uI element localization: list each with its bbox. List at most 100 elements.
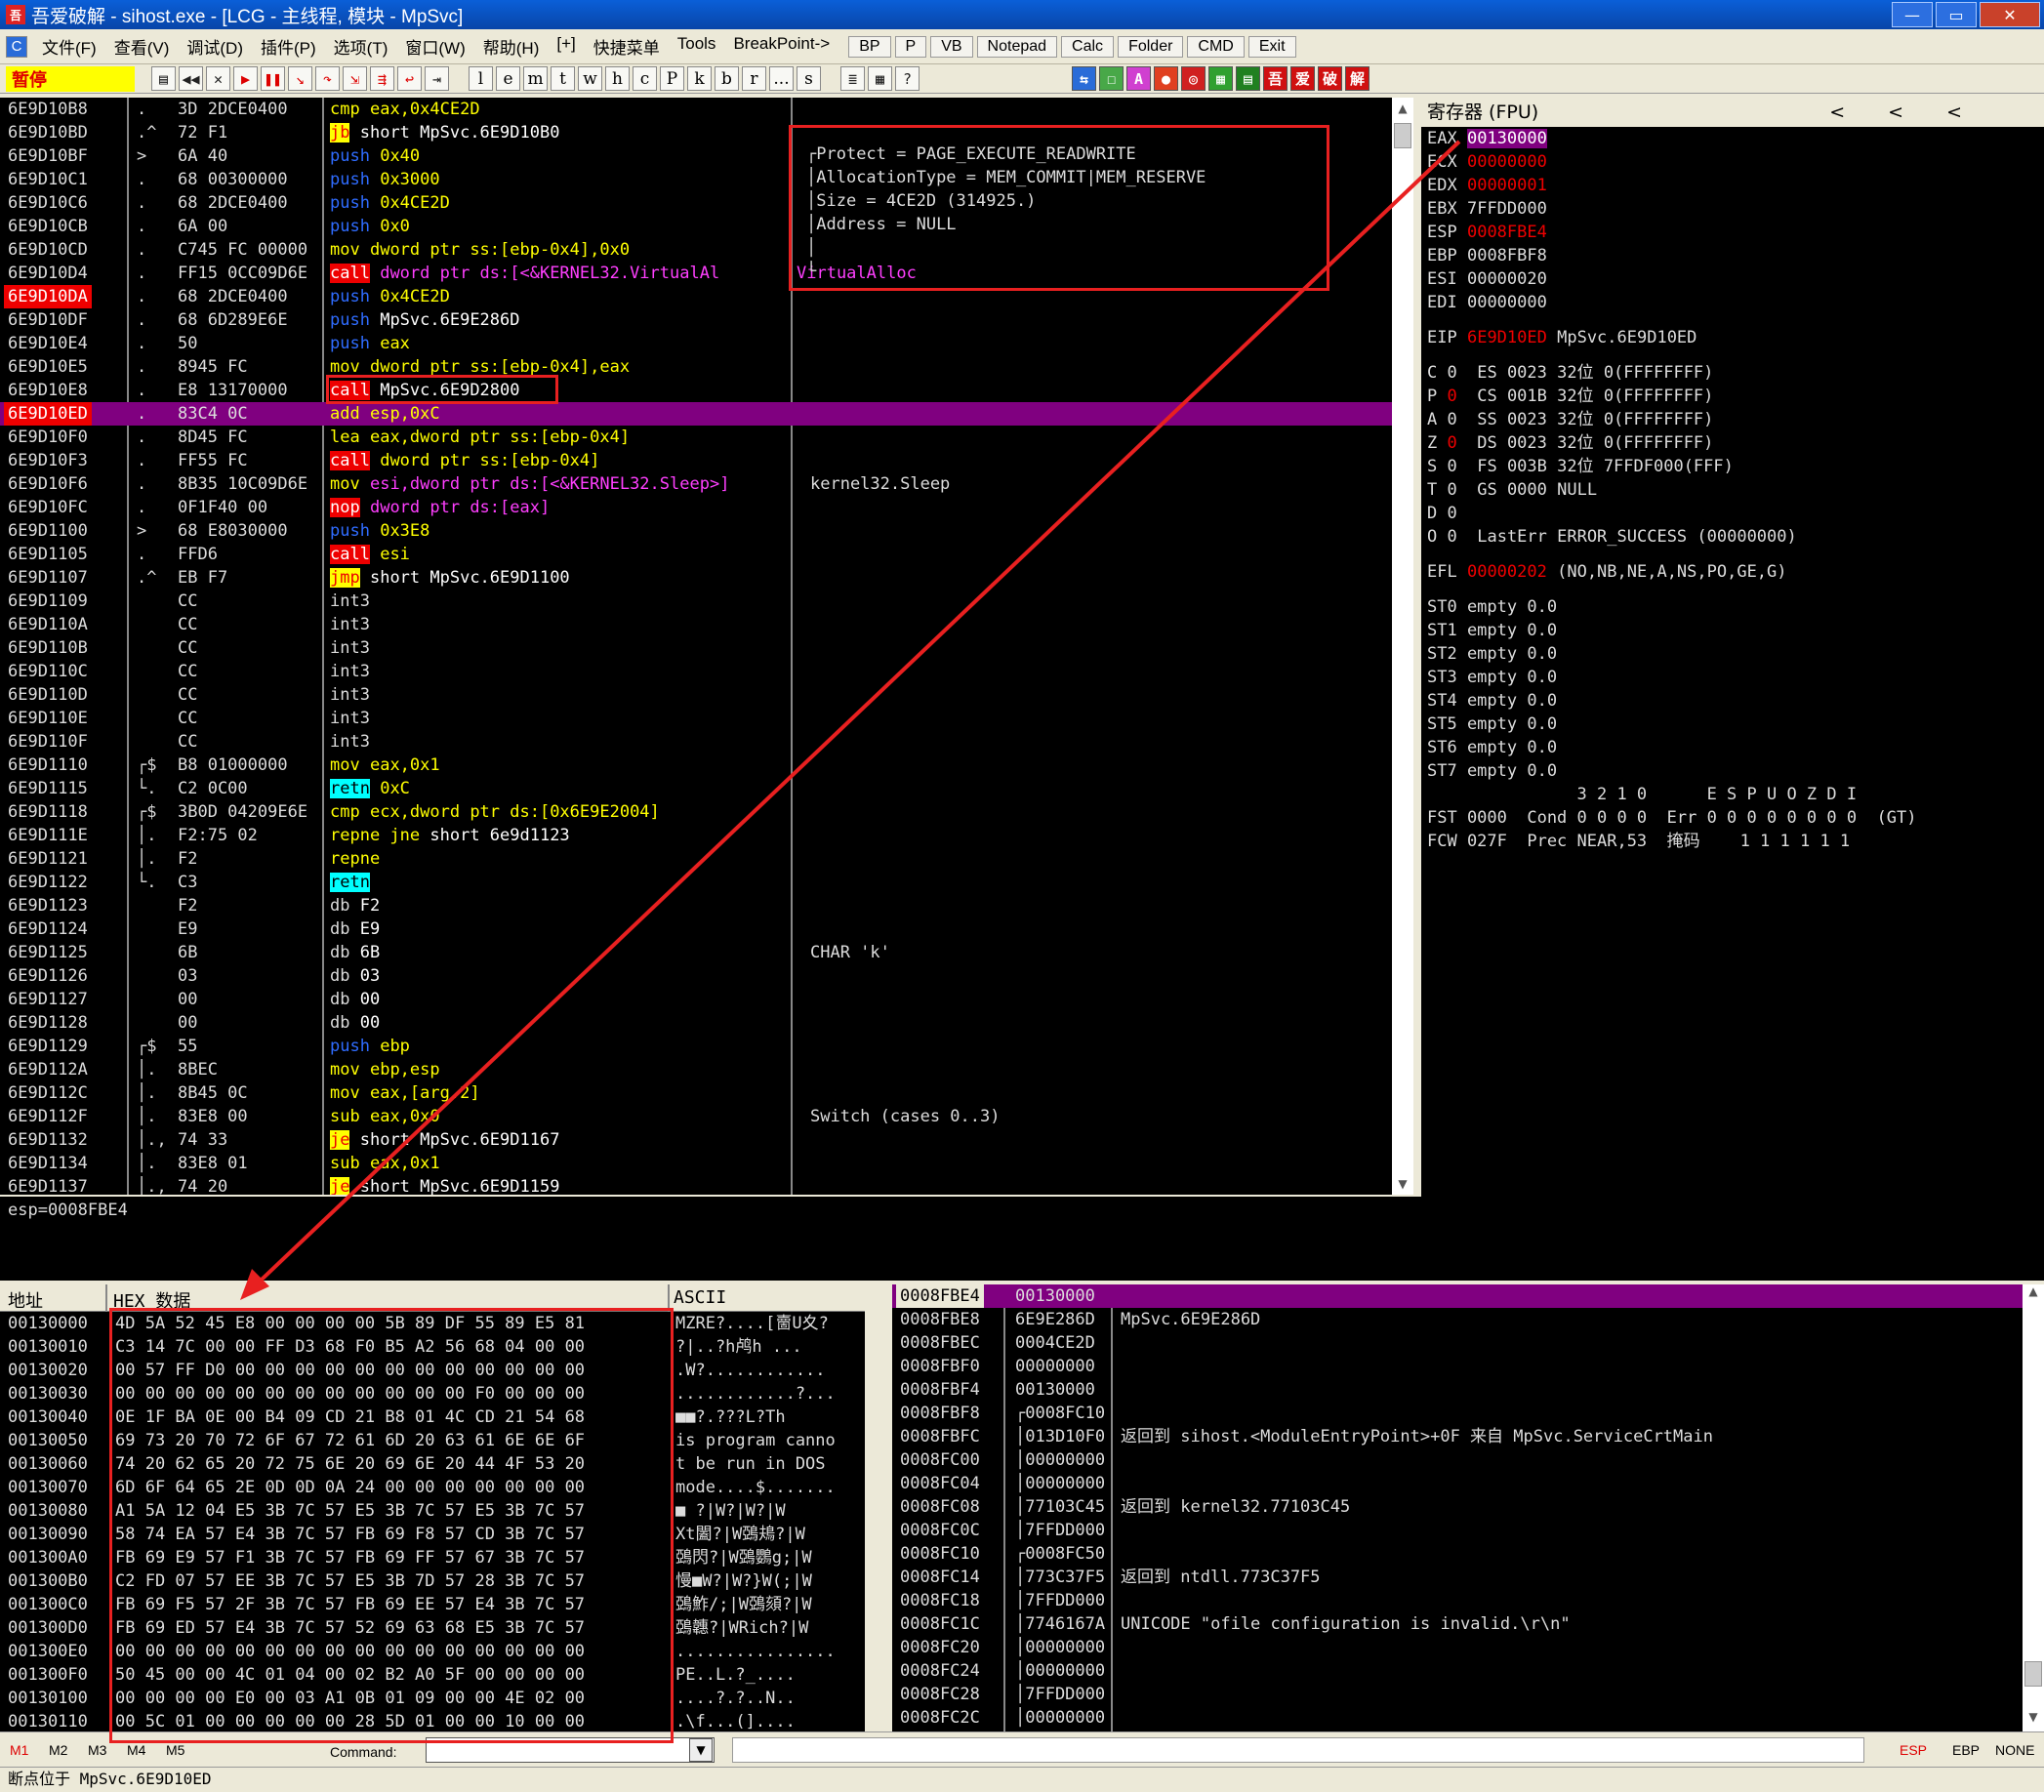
window-button-w[interactable]: w (578, 66, 602, 91)
toolbar-extra-button[interactable]: ? (895, 66, 920, 91)
window-button-s[interactable]: s (797, 66, 821, 91)
toolbar-extra-button[interactable]: ≣ (840, 66, 865, 91)
disasm-row[interactable]: 6E9D1107 .^ EB F7 jmp short MpSvc.6E9D1100 (0, 566, 1413, 590)
stack-row[interactable]: 0008FC28 │7FFDD000 (892, 1683, 2044, 1706)
disasm-row[interactable]: 6E9D10DA. 68 2DCE0400 push 0x4CE2D (0, 285, 1413, 308)
step-into-icon[interactable]: ↘ (288, 66, 312, 91)
register-line[interactable]: ECX 00000000 (1427, 150, 2044, 174)
stack-row[interactable]: 0008FBE8 6E9E286D MpSvc.6E9E286D (892, 1308, 2044, 1331)
disasm-row[interactable]: 6E9D10F3. FF55 FC call dword ptr ss:[ebp-0… (0, 449, 1413, 472)
scroll-thumb[interactable] (2024, 1661, 2042, 1687)
disasm-row[interactable]: 6E9D10F0. 8D45 FC lea eax,dword ptr ss:[eb… (0, 426, 1413, 449)
register-line[interactable]: D 0 (1427, 502, 2044, 525)
hex-row[interactable]: 00130100 00 00 00 00 E0 00 03 A1 0B 01 09… (0, 1687, 865, 1710)
stack-row[interactable]: 0008FBE4 00130000 (892, 1284, 2044, 1308)
register-line[interactable]: ST0 empty 0.0 (1427, 595, 2044, 619)
hex-row[interactable]: 001300B0 C2 FD 07 57 EE 3B 7C 57 E5 3B 7D… (0, 1569, 865, 1593)
plugin-button[interactable]: A (1126, 66, 1151, 91)
menu-item[interactable]: [+] (548, 34, 584, 59)
plugin-button[interactable]: ● (1154, 66, 1178, 91)
stack-row[interactable]: 0008FC18 │7FFDD000 (892, 1589, 2044, 1612)
window-button-k[interactable]: k (687, 66, 712, 91)
hex-row[interactable]: 00130000 4D 5A 52 45 E8 00 00 00 00 5B 89… (0, 1312, 865, 1335)
stack-row[interactable]: 0008FC24 │00000000 (892, 1659, 2044, 1683)
disasm-row[interactable]: 6E9D111E │. F2:75 02 repne jne short 6e9d11… (0, 824, 1413, 847)
hex-row[interactable]: 00130080 A1 5A 12 04 E5 3B 7C 57 E5 3B 7C… (0, 1499, 865, 1523)
window-button-P[interactable]: P (660, 66, 684, 91)
hex-row[interactable]: 00130110 00 5C 01 00 00 00 00 00 28 5D 01… (0, 1710, 865, 1731)
pause-icon[interactable]: ❚❚ (261, 66, 285, 91)
plugin-button[interactable]: ⇆ (1072, 66, 1096, 91)
disasm-row[interactable]: 6E9D1115 └. C2 0C00 retn 0xC (0, 777, 1413, 800)
window-button-b[interactable]: b (715, 66, 739, 91)
hex-row[interactable]: 00130090 58 74 EA 57 E4 3B 7C 57 FB 69 F8… (0, 1523, 865, 1546)
disasm-row[interactable]: 6E9D10ED. 83C4 0C add esp,0xC (0, 402, 1413, 426)
disasm-row[interactable]: 6E9D110E CC int3 (0, 707, 1413, 730)
hex-row[interactable]: 00130070 6D 6F 64 65 2E 0D 0D 0A 24 00 00… (0, 1476, 865, 1499)
register-line[interactable]: ST1 empty 0.0 (1427, 619, 2044, 642)
disasm-row[interactable]: 6E9D1121 │. F2 repne (0, 847, 1413, 871)
hex-row[interactable]: 00130050 69 73 20 70 72 6F 67 72 61 6D 20… (0, 1429, 865, 1452)
memory-tab-m5[interactable]: M5 (166, 1742, 184, 1758)
disasm-row[interactable]: 6E9D10F6. 8B35 10C09D6E mov esi,dword ptr … (0, 472, 1413, 496)
window-button-e[interactable]: e (496, 66, 520, 91)
register-line[interactable]: P 0 CS 001B 32位 0(FFFFFFFF) (1427, 385, 2044, 408)
window-button-h[interactable]: h (605, 66, 630, 91)
hex-row[interactable]: 001300F0 50 45 00 00 4C 01 04 00 02 B2 A0… (0, 1663, 865, 1687)
disasm-row[interactable]: 6E9D112C │. 8B45 0C mov eax,[arg.2] (0, 1081, 1413, 1105)
menu-item[interactable]: 选项(T) (325, 34, 397, 59)
disasm-row[interactable]: 6E9D1129 ┌$ 55 push ebp (0, 1035, 1413, 1058)
menu-item[interactable]: Tools (669, 34, 725, 59)
plugin-button[interactable]: ▤ (1236, 66, 1260, 91)
hex-col-address[interactable]: 地址 (8, 1287, 43, 1313)
register-line[interactable]: ST6 empty 0.0 (1427, 736, 2044, 759)
disasm-row[interactable]: 6E9D10E5. 8945 FC mov dword ptr ss:[ebp-0x… (0, 355, 1413, 379)
disasm-row[interactable]: 6E9D1123 F2 db F2 (0, 894, 1413, 917)
register-line[interactable]: EBP 0008FBF8 (1427, 244, 2044, 267)
stack-row[interactable]: 0008FC1C │7746167A UNICODE "ofile configur… (892, 1612, 2044, 1636)
register-line[interactable]: EAX 00130000 (1427, 127, 2044, 150)
disasm-row[interactable]: 6E9D112A │. 8BEC mov ebp,esp (0, 1058, 1413, 1081)
register-scroll-arrows[interactable]: <<< (1829, 98, 2005, 127)
stack-row[interactable]: 0008FBF4 00130000 (892, 1378, 2044, 1402)
plugin-button[interactable]: ▦ (1208, 66, 1233, 91)
register-line[interactable]: ST2 empty 0.0 (1427, 642, 2044, 666)
register-line[interactable]: FCW 027F Prec NEAR,53 掩码 1 1 1 1 1 1 (1427, 830, 2044, 853)
memory-tab-m3[interactable]: M3 (88, 1742, 106, 1758)
cmd-register-ebp[interactable]: EBP (1952, 1742, 1980, 1758)
stack-pane[interactable]: 0008FBE4 00130000 0008FBE8 6E9E286D MpSvc.6E… (892, 1284, 2044, 1731)
trace-into-icon[interactable]: ⇲ (343, 66, 367, 91)
open-icon[interactable]: ▤ (151, 66, 176, 91)
registers-pane[interactable]: 寄存器 (FPU) <<< EAX 00130000 ECX 00000000 ED… (1421, 98, 2044, 1281)
stack-row[interactable]: 0008FBEC 0004CE2D (892, 1331, 2044, 1355)
disasm-row[interactable]: 6E9D110C CC int3 (0, 660, 1413, 683)
hex-row[interactable]: 001300D0 FB 69 ED 57 E4 3B 7C 57 52 69 63… (0, 1616, 865, 1640)
command-dropdown-icon[interactable]: ▼ (689, 1738, 713, 1762)
rewind-icon[interactable]: ◀◀ (179, 66, 203, 91)
command-input[interactable] (426, 1737, 715, 1763)
menu-item[interactable]: 快捷菜单 (585, 34, 669, 59)
goto-icon[interactable]: ⇥ (425, 66, 449, 91)
hex-row[interactable]: 001300C0 FB 69 F5 57 2F 3B 7C 57 FB 69 EE… (0, 1593, 865, 1616)
disasm-row[interactable]: 6E9D1132 │., 74 33 je short MpSvc.6E9D1167 (0, 1128, 1413, 1152)
toolbar-extra-button[interactable]: ▦ (868, 66, 892, 91)
disasm-row[interactable]: 6E9D112F │. 83E8 00 sub eax,0x0 Switch (case… (0, 1105, 1413, 1128)
register-line[interactable]: EBX 7FFDD000 (1427, 197, 2044, 221)
toolbar-button-folder[interactable]: Folder (1118, 35, 1184, 58)
plugin-button[interactable]: ☐ (1099, 66, 1124, 91)
disasm-row[interactable]: 6E9D1122 └. C3 retn (0, 871, 1413, 894)
toolbar-button-cmd[interactable]: CMD (1187, 35, 1245, 58)
hex-row[interactable]: 00130030 00 00 00 00 00 00 00 00 00 00 00… (0, 1382, 865, 1405)
disasm-row[interactable]: 6E9D1105. FFD6 call esi (0, 543, 1413, 566)
close-window-button[interactable]: ✕ (1980, 2, 2040, 27)
stack-row[interactable]: 0008FBFC │013D10F0 返回到 sihost.<ModuleEntry… (892, 1425, 2044, 1448)
stack-row[interactable]: 0008FC20 │00000000 (892, 1636, 2044, 1659)
hex-row[interactable]: 00130060 74 20 62 65 20 72 75 6E 20 69 6E… (0, 1452, 865, 1476)
register-line[interactable]: EDX 00000001 (1427, 174, 2044, 197)
plugin-button[interactable]: ◎ (1181, 66, 1206, 91)
register-line[interactable]: ST3 empty 0.0 (1427, 666, 2044, 689)
disasm-row[interactable]: 6E9D10BD .^ 72 F1 jb short MpSvc.6E9D10B0 (0, 121, 1413, 144)
menu-item[interactable]: BreakPoint-> (724, 34, 838, 59)
toolbar-button-p[interactable]: P (894, 35, 927, 58)
disasm-row[interactable]: 6E9D1109 CC int3 (0, 590, 1413, 613)
